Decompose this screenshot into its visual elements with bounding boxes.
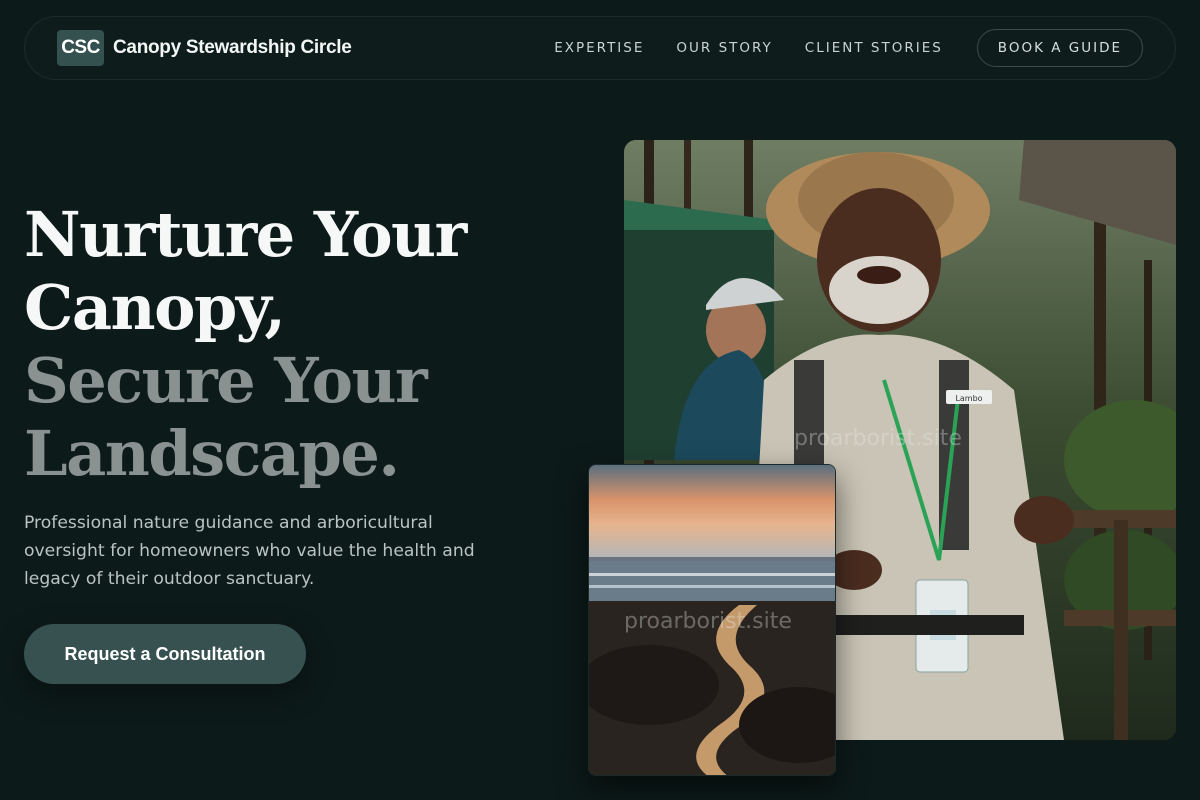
guide-name-tag: Lambo [955,394,982,403]
nav-links: EXPERTISE OUR STORY CLIENT STORIES BOOK … [522,29,1143,67]
headline-line-2: Canopy, [24,271,286,344]
headline-line-3: Secure Your [24,344,428,417]
book-a-guide-button[interactable]: BOOK A GUIDE [976,29,1143,67]
headline-line-1: Nurture Your [24,198,467,271]
nav-link-client-stories[interactable]: CLIENT STORIES [805,40,943,56]
nav-link-our-story[interactable]: OUR STORY [676,40,772,56]
hero-headline: Nurture Your Canopy, Secure Your Landsca… [24,198,544,490]
main-photo-watermark: proarborist.site [794,426,962,451]
hero-description: Professional nature guidance and arboric… [24,513,475,589]
brand-name: Canopy Stewardship Circle [113,37,352,58]
logo-mark: CSC [57,30,104,66]
inset-photo-watermark: proarborist.site [624,609,792,634]
site-header: CSC Canopy Stewardship Circle EXPERTISE … [24,16,1176,80]
shoreline-photo: proarborist.site [588,464,836,776]
request-consultation-button[interactable]: Request a Consultation [24,624,306,684]
brand[interactable]: CSC Canopy Stewardship Circle [57,30,352,66]
headline-line-4: Landscape. [24,417,400,490]
nav-link-expertise[interactable]: EXPERTISE [554,40,644,56]
